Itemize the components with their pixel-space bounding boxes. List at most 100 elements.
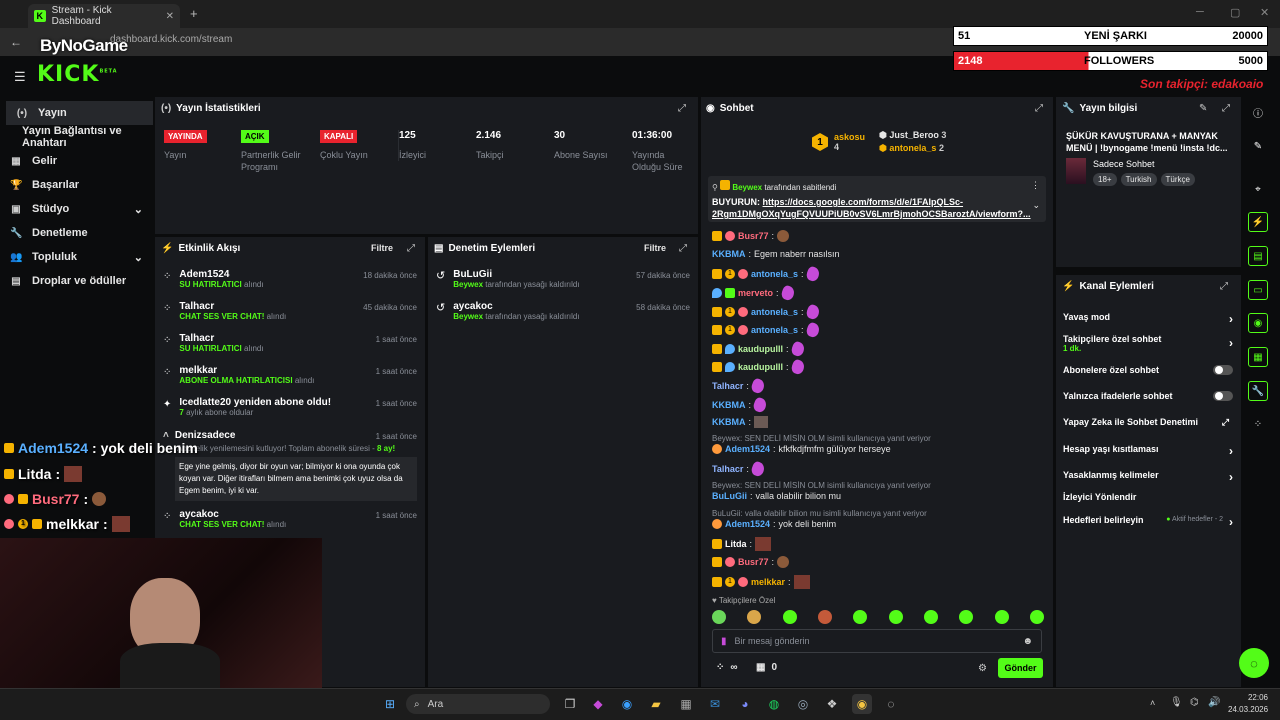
chat-message: KKBMA: Egem naberr nasılsın <box>712 249 840 259</box>
volume-icon[interactable]: 🔊 <box>1208 697 1220 708</box>
action-account-age[interactable]: Hesap yaşı kısıtlaması › <box>1063 444 1233 458</box>
steam-icon[interactable]: ◎ <box>793 694 813 714</box>
sidebar-item-yayin[interactable]: (•) Yayın <box>6 101 153 125</box>
expand-icon[interactable]: ⤢ <box>1222 103 1230 114</box>
menu-icon[interactable]: ☰ <box>14 69 26 85</box>
wrench-icon[interactable]: 🔧 <box>1248 381 1268 401</box>
layout-icon[interactable]: ▦ <box>1248 347 1268 367</box>
document-icon[interactable]: ▤ <box>1248 246 1268 266</box>
broadcast-icon: (•) <box>16 107 28 119</box>
points-icon: ⁘ <box>163 511 172 522</box>
sidebar-item-gelir[interactable]: ▦ Gelir <box>0 149 155 173</box>
moderation-filter-button[interactable]: Filtre <box>644 243 666 253</box>
task-view-icon[interactable]: ❐ <box>560 694 580 714</box>
back-icon[interactable]: ← <box>10 35 22 49</box>
action-emotes-only[interactable]: Yalnızca ifadelerle sohbet <box>1063 391 1233 401</box>
action-followers-only[interactable]: Takipçilere özel sohbet 1 dk. › <box>1063 334 1233 353</box>
file-explorer-icon[interactable]: ▰ <box>646 694 666 714</box>
maximize-icon[interactable]: ▢ <box>1230 6 1240 19</box>
expand-icon[interactable]: ⤢ <box>407 243 415 254</box>
chat-gifts[interactable]: ▦ 0 <box>756 662 777 673</box>
sidebar-item-topluluk[interactable]: 👥 Topluluk ⌄ <box>0 245 155 269</box>
action-slow-mode[interactable]: Yavaş mod › <box>1063 312 1233 326</box>
crosshair-icon[interactable]: ⌖ <box>1248 179 1268 199</box>
resub-event: ˄ Denizsadece 1 saat önce Abonelik yenile… <box>163 430 417 506</box>
send-button[interactable]: Gönder <box>998 658 1043 678</box>
chat-message: Talhacr: <box>712 460 766 478</box>
kick-logo[interactable]: KICKBETA <box>37 62 118 87</box>
action-raid[interactable]: İzleyici Yönlendir <box>1063 492 1233 502</box>
tag[interactable]: 18+ <box>1093 173 1117 186</box>
chat-icon[interactable]: ▭ <box>1248 280 1268 300</box>
action-ai-moderation[interactable]: Yapay Zeka ile Sohbet Denetimi ⤢ <box>1063 417 1233 427</box>
url-text[interactable]: dashboard.kick.com/stream <box>110 34 232 45</box>
window-close-icon[interactable]: ✕ <box>1260 6 1269 19</box>
pinned-message[interactable]: ⚲ Beywex tarafından sabitlendi BUYURUN: … <box>708 176 1046 222</box>
chat-points[interactable]: ⁘ ∞ <box>716 662 738 673</box>
expand-icon[interactable]: ⤢ <box>679 243 687 254</box>
moderation-row: ↺ BuLuGii Beywex tarafından yasağı kaldır… <box>428 269 698 301</box>
copilot-icon[interactable]: ◆ <box>588 694 608 714</box>
category-name[interactable]: Sadece Sohbet <box>1093 159 1155 169</box>
mail-icon[interactable]: ✉ <box>705 694 725 714</box>
new-tab-icon[interactable]: + <box>190 6 198 21</box>
microphone-icon[interactable]: 🎙 <box>1170 697 1183 708</box>
emote <box>755 537 772 551</box>
activity-filter-button[interactable]: Filtre <box>371 243 393 253</box>
emote[interactable] <box>923 610 938 624</box>
more-options-icon[interactable]: ⋮ <box>1031 180 1040 191</box>
streamer-body <box>120 643 220 688</box>
emote[interactable] <box>888 610 903 624</box>
expand-icon[interactable]: ⤢ <box>678 103 686 114</box>
chat-message: KKBMA: <box>712 396 769 414</box>
emote[interactable] <box>747 610 762 624</box>
sidebar-item-basarilar[interactable]: 🏆 Başarılar <box>0 173 155 197</box>
settings-gear-icon[interactable]: ⚙ <box>978 663 987 674</box>
expand-icon[interactable]: ⤢ <box>1220 281 1228 292</box>
help-chat-button[interactable]: ◌ <box>1239 648 1269 678</box>
emoji-icon[interactable]: ☻ <box>1022 636 1033 647</box>
emote[interactable] <box>782 610 797 624</box>
sidebar-item-stream-key[interactable]: Yayın Bağlantısı ve Anahtarı <box>0 125 155 149</box>
emote[interactable] <box>817 610 832 624</box>
app-icon[interactable]: ❖ <box>822 694 842 714</box>
info-icon[interactable]: ⓘ <box>1248 102 1268 122</box>
windows-start-icon[interactable]: ⊞ <box>380 694 400 714</box>
close-tab-icon[interactable]: ✕ <box>166 11 174 22</box>
action-goals[interactable]: Hedefleri belirleyin ● Aktif hedefler - 2… <box>1063 515 1233 529</box>
sidebar-item-studyo[interactable]: ▣ Stüdyo ⌄ <box>0 197 155 221</box>
chat-input[interactable]: ▮ Bir mesaj gönderin ☻ <box>712 629 1042 653</box>
stat-subscribers: 30 Abone Sayısı <box>554 130 608 160</box>
browser-tab[interactable]: K Stream - Kick Dashboard ✕ <box>28 4 180 28</box>
tag[interactable]: Turkish <box>1120 173 1157 186</box>
expand-icon[interactable]: ⤢ <box>1035 103 1043 114</box>
store-icon[interactable]: ▦ <box>676 694 696 714</box>
emote[interactable] <box>959 610 974 624</box>
sidebar-item-droplar[interactable]: ▤ Droplar ve ödüller <box>0 269 155 293</box>
minimize-icon[interactable]: ─ <box>1196 6 1204 18</box>
revenue-icon: ▦ <box>11 155 21 167</box>
discord-icon[interactable]: ◕ <box>735 694 755 714</box>
emote[interactable] <box>1029 610 1044 624</box>
taskbar-clock[interactable]: 22:06 24.03.2026 <box>1228 692 1268 716</box>
sidebar-item-denetleme[interactable]: 🔧 Denetleme <box>0 221 155 245</box>
edge-icon[interactable]: ◉ <box>617 694 637 714</box>
network-icon[interactable]: ⌬ <box>1190 697 1199 708</box>
emote[interactable] <box>994 610 1009 624</box>
broadcast-icon[interactable]: ◉ <box>1248 313 1268 333</box>
edit-icon[interactable]: ✎ <box>1248 136 1268 156</box>
edit-icon[interactable]: ✎ <box>1199 103 1207 114</box>
chevron-down-icon[interactable]: ⌄ <box>1032 200 1040 211</box>
action-banned-words[interactable]: Yasaklanmış kelimeler › <box>1063 470 1233 484</box>
obs-icon[interactable]: ◌ <box>881 694 901 714</box>
action-subscribers-only[interactable]: Abonelere özel sohbet <box>1063 365 1233 375</box>
emote[interactable] <box>712 610 726 624</box>
taskbar-search[interactable]: ⌕ Ara <box>406 694 550 714</box>
spotify-icon[interactable]: ◍ <box>764 694 784 714</box>
points-icon[interactable]: ⁘ <box>1248 414 1268 434</box>
lightning-icon[interactable]: ⚡ <box>1248 212 1268 232</box>
emote[interactable] <box>853 610 868 624</box>
chevron-up-icon[interactable]: ˄ <box>1150 698 1155 708</box>
chrome-icon[interactable]: ◉ <box>852 694 872 714</box>
tag[interactable]: Türkçe <box>1160 173 1195 186</box>
